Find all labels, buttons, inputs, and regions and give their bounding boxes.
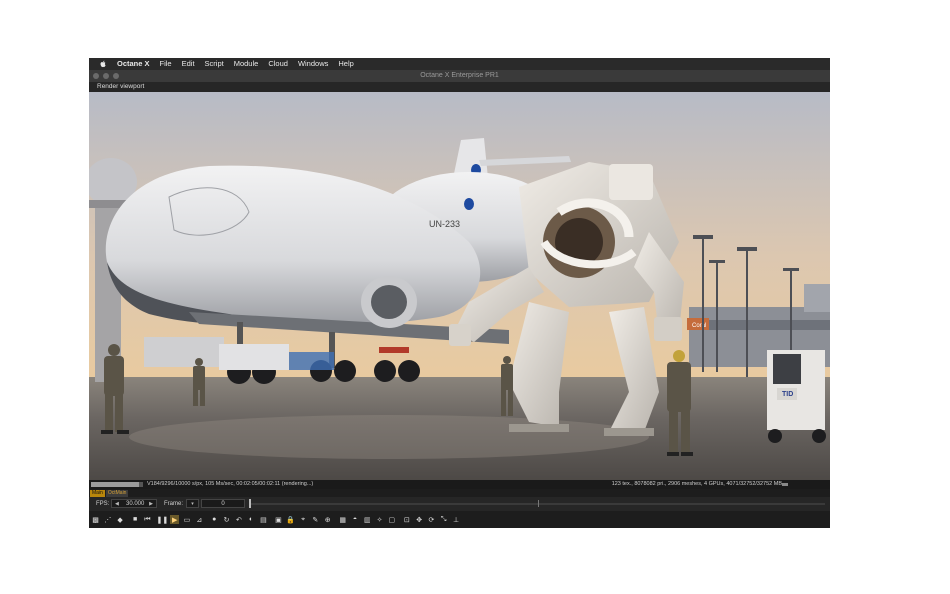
focus-icon[interactable]: ⌖ [299, 515, 308, 524]
zoom-window-button[interactable] [113, 73, 119, 79]
title-bar: Octane X Enterprise PR1 [89, 70, 830, 82]
memory-indicator [782, 483, 788, 486]
clay-icon[interactable]: ◓ [350, 515, 359, 524]
menu-help[interactable]: Help [338, 58, 353, 70]
decal-icon[interactable]: ✧ [375, 515, 384, 524]
tab-octmain[interactable]: OctMain [105, 489, 129, 497]
world-axis-icon[interactable]: ⊥ [452, 515, 461, 524]
pause-icon[interactable]: ❚❚ [157, 515, 169, 524]
render-status-bar: V184/9296/10000 s/px, 105 Ms/sec, 00:02:… [89, 480, 830, 489]
menu-script[interactable]: Script [205, 58, 224, 70]
frame-field[interactable]: 0 [201, 499, 245, 508]
viewport-toolbar: ▩ ⋰ ◆ ■ ⏮ ❚❚ ▶ ▭ ⊿ ● ↻ ↶ ◐ ▤ ▣ 🔒 ⌖ ✎ ⊕ ▦ ◓ ▥ ✧ ▢ ⊡ ✥ ⟳ ⤡ ⊥ [89, 511, 830, 528]
restart-icon[interactable]: ⏮ [143, 515, 152, 524]
fps-increase-icon[interactable]: ▶ [149, 501, 153, 507]
frame-dropdown[interactable]: ▾ [186, 499, 199, 508]
scene-stats: 123 tex., 8078082 pri., 2906 meshes, 4 G… [611, 481, 782, 487]
render-settings-icon[interactable]: ▩ [91, 515, 100, 524]
window-controls [93, 73, 119, 79]
octane-window: Octane X File Edit Script Module Cloud W… [89, 58, 830, 528]
layer-icon[interactable]: ▤ [259, 515, 268, 524]
wet-reflection [129, 415, 649, 459]
minimize-window-button[interactable] [103, 73, 109, 79]
fps-value[interactable]: 30.000 [126, 501, 144, 507]
timeline-cursor[interactable] [249, 499, 251, 508]
frame-label: Frame: [164, 501, 184, 507]
menu-bar: Octane X File Edit Script Module Cloud W… [89, 58, 830, 70]
menu-windows[interactable]: Windows [298, 58, 328, 70]
window-title: Octane X Enterprise PR1 [420, 72, 499, 79]
panel-title: Render viewport [97, 83, 145, 90]
apple-icon[interactable] [99, 60, 107, 68]
close-window-button[interactable] [93, 73, 99, 79]
move-icon[interactable]: ✥ [415, 515, 424, 524]
subsample-icon[interactable]: ▥ [363, 515, 372, 524]
sign-text: Coral [692, 323, 706, 329]
gizmo-icon[interactable]: ⊡ [402, 515, 411, 524]
menu-edit[interactable]: Edit [182, 58, 195, 70]
timeline-marker [538, 500, 539, 507]
render-viewport[interactable]: Coral UN-233 TID [89, 92, 830, 480]
zoom-icon[interactable]: ⊕ [323, 515, 332, 524]
scale-icon[interactable]: ⤡ [439, 515, 448, 524]
stop-icon[interactable]: ■ [131, 515, 140, 524]
fps-label: FPS: [96, 501, 110, 507]
film-icon[interactable]: ▦ [338, 515, 347, 524]
menu-file[interactable]: File [160, 58, 172, 70]
save-icon[interactable]: ▣ [274, 515, 283, 524]
material-ball-icon[interactable]: ● [210, 515, 219, 524]
timeline-bar: FPS: ◀ 30.000 ▶ Frame: ▾ 0 [89, 497, 830, 511]
refresh-icon[interactable]: ↻ [222, 515, 231, 524]
rendered-image[interactable]: Coral UN-233 TID [89, 92, 830, 480]
lock-icon[interactable]: 🔒 [286, 515, 295, 524]
render-progress-fill [91, 482, 139, 487]
screen-icon[interactable]: ▭ [182, 515, 191, 524]
grid-icon[interactable]: ⋰ [103, 515, 112, 524]
rotate-icon[interactable]: ⟳ [427, 515, 436, 524]
undo-icon[interactable]: ↶ [234, 515, 243, 524]
render-progress-bar [91, 482, 143, 487]
tab-main[interactable]: Main [90, 489, 105, 497]
fps-decrease-icon[interactable]: ◀ [115, 501, 119, 507]
menu-cloud[interactable]: Cloud [268, 58, 288, 70]
fps-field[interactable]: ◀ 30.000 ▶ [111, 499, 157, 508]
service-cart: TID [767, 350, 826, 443]
aircraft-label: UN-233 [429, 219, 460, 229]
menu-module[interactable]: Module [234, 58, 259, 70]
play-icon[interactable]: ▶ [170, 515, 180, 524]
color-cube-icon[interactable]: ◆ [116, 515, 125, 524]
region-icon[interactable]: ⊿ [195, 515, 204, 524]
viewport-tabs: Main OctMain [89, 489, 830, 497]
timeline-track[interactable] [249, 503, 825, 505]
menu-octane-x[interactable]: Octane X [117, 58, 150, 70]
tone-icon[interactable]: ◐ [247, 515, 256, 524]
cart-label: TID [782, 391, 793, 398]
render-stats: V184/9296/10000 s/px, 105 Ms/sec, 00:02:… [147, 481, 314, 487]
render-viewport-header: Render viewport [89, 82, 830, 92]
camera-icon[interactable]: ▢ [387, 515, 396, 524]
picker-icon[interactable]: ✎ [311, 515, 320, 524]
